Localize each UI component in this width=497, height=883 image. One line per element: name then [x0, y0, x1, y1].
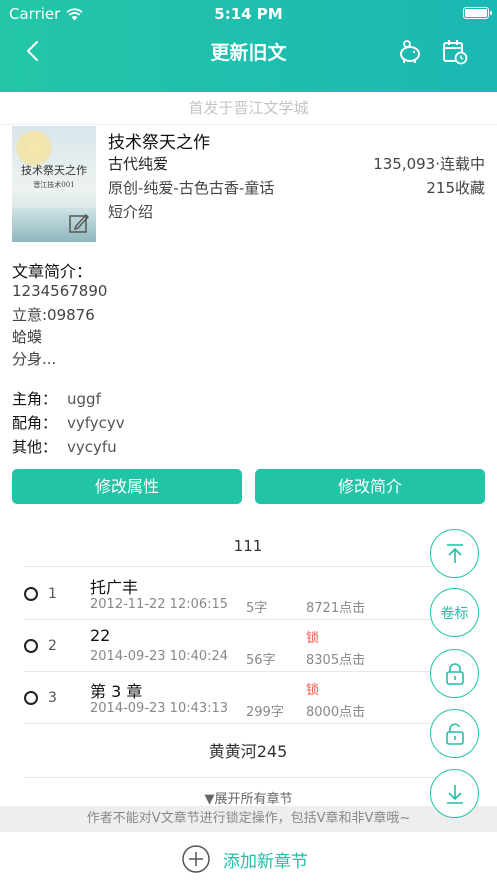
intro-line: 蛤蟆 [12, 328, 43, 346]
scroll-bottom-button[interactable] [430, 769, 479, 818]
cover-author: 晋江技术001 [33, 181, 75, 189]
role-supporting: 配角： vyfycyv [12, 412, 125, 433]
lock-notice: 作者不能对V文章节进行锁定操作，包括V章和非V章哦~ [0, 806, 497, 832]
chapter-select-radio[interactable] [24, 587, 38, 601]
chapter-clicks: 8305点击 [306, 653, 366, 668]
status-bar: Carrier 5:14 PM [0, 3, 497, 25]
role-label: 配角： [12, 414, 58, 432]
intro-heading: 文章简介： [12, 262, 93, 281]
book-short-intro: 短介绍 [108, 203, 154, 221]
cover-title: 技术祭天之作 [21, 164, 87, 177]
intro-line: 分身... [12, 350, 57, 368]
intro-line: 1234567890 [12, 282, 108, 300]
chapter-row[interactable]: 1 托广丰 2012-11-22 12:06:15 5字 8721点击 [24, 568, 472, 620]
intro-line: 立意:09876 [12, 306, 95, 324]
chapter-words: 56字 [246, 653, 276, 668]
book-title: 技术祭天之作 [108, 133, 210, 153]
lock-icon [445, 662, 464, 685]
arrow-to-top-icon [446, 543, 463, 563]
chapter-date: 2014-09-23 10:43:13 [90, 701, 229, 716]
scroll-top-button[interactable] [430, 529, 479, 578]
volume-title[interactable]: 111 [24, 525, 472, 567]
plus-circle-icon [182, 845, 210, 873]
book-category: 古代纯爱 [108, 155, 169, 173]
chapter-title: 22 [90, 626, 111, 645]
role-protagonist: 主角： uggf [12, 388, 101, 409]
edit-attributes-button[interactable]: 修改属性 [12, 469, 242, 504]
chapter-select-radio[interactable] [24, 691, 38, 705]
role-label: 主角： [12, 390, 58, 408]
unlock-icon [445, 722, 464, 745]
role-label: 其他： [12, 438, 58, 456]
lock-button[interactable] [430, 649, 479, 698]
chapter-number: 1 [48, 586, 57, 602]
add-chapter-label: 添加新章节 [223, 851, 308, 872]
role-value: uggf [67, 390, 101, 408]
volume-label-button[interactable]: 卷标 [430, 588, 479, 637]
nav-header: Carrier 5:14 PM 更新旧文 [0, 0, 497, 92]
battery-icon [463, 7, 492, 19]
chapter-title: 第 3 章 [90, 682, 143, 701]
chapter-row[interactable]: 2 22 2014-09-23 10:40:24 56字 锁 8305点击 [24, 620, 472, 672]
role-value: vyfycyv [67, 414, 125, 432]
chapter-number: 3 [48, 690, 57, 706]
chapter-clicks: 8000点击 [306, 705, 366, 720]
chapter-date: 2012-11-22 12:06:15 [90, 597, 229, 612]
role-value: vycyfu [67, 438, 117, 456]
calendar-clock-icon[interactable] [441, 38, 469, 66]
piggy-bank-icon[interactable] [396, 38, 424, 66]
chapter-clicks: 8721点击 [306, 601, 366, 616]
cover-sun-art [16, 130, 52, 166]
edit-cover-icon[interactable] [68, 212, 90, 234]
expand-all-chapters-link[interactable]: ▼展开所有章节 [0, 788, 497, 806]
role-other: 其他： vycyfu [12, 436, 117, 457]
book-genre: 原创-纯爱-古色古香-童话 [108, 179, 275, 197]
book-favorites: 215收藏 [426, 179, 485, 197]
edit-intro-button[interactable]: 修改简介 [255, 469, 485, 504]
chapter-lock-status: 锁 [306, 631, 320, 646]
volume-title[interactable]: 黄黄河245 [24, 726, 472, 778]
book-cover[interactable]: 技术祭天之作 晋江技术001 [12, 126, 96, 242]
unlock-button[interactable] [430, 709, 479, 758]
chapter-date: 2014-09-23 10:40:24 [90, 649, 229, 664]
bottom-bar: 添加新章节 [0, 832, 497, 883]
clock: 5:14 PM [214, 5, 283, 23]
chapter-words: 299字 [246, 705, 284, 720]
chapter-select-radio[interactable] [24, 639, 38, 653]
add-chapter-button[interactable]: 添加新章节 [181, 844, 308, 874]
volume-label-text: 卷标 [440, 605, 469, 622]
chapter-title: 托广丰 [90, 578, 139, 597]
first-published-label: 首发于晋江文学城 [0, 92, 497, 125]
arrow-to-bottom-icon [446, 784, 463, 804]
chapter-words: 5字 [246, 601, 268, 616]
chapter-number: 2 [48, 638, 57, 654]
chapter-row[interactable]: 3 第 3 章 2014-09-23 10:43:13 299字 锁 8000点… [24, 672, 472, 724]
book-stats: 135,093·连载中 [373, 155, 485, 173]
chapter-lock-status: 锁 [306, 683, 320, 698]
